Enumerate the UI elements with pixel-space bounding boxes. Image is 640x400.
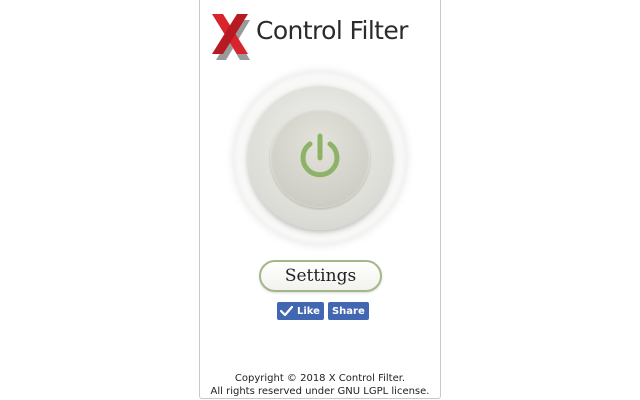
power-icon xyxy=(300,133,340,178)
facebook-like-button[interactable]: Like xyxy=(277,302,324,320)
power-button-halo xyxy=(234,72,406,244)
footer: Copyright © 2018 X Control Filter. All r… xyxy=(200,372,440,398)
social-buttons: Like Share xyxy=(277,302,369,320)
power-button-ring xyxy=(248,86,392,230)
share-label: Share xyxy=(331,305,365,317)
facebook-share-button[interactable]: Share xyxy=(327,302,369,320)
like-label: Like xyxy=(297,305,320,317)
power-toggle-button[interactable] xyxy=(270,108,370,208)
x-logo-icon xyxy=(212,14,250,60)
logo-title: Control Filter xyxy=(256,16,408,45)
app-logo: Control Filter xyxy=(210,6,432,62)
license-text: All rights reserved under GNU LGPL licen… xyxy=(210,386,430,397)
settings-button[interactable]: Settings xyxy=(259,260,382,292)
popup-panel: Control Filter Settings Like Share Copyr… xyxy=(199,0,441,399)
copyright-text: Copyright © 2018 X Control Filter. xyxy=(234,373,406,384)
check-icon xyxy=(280,305,293,317)
